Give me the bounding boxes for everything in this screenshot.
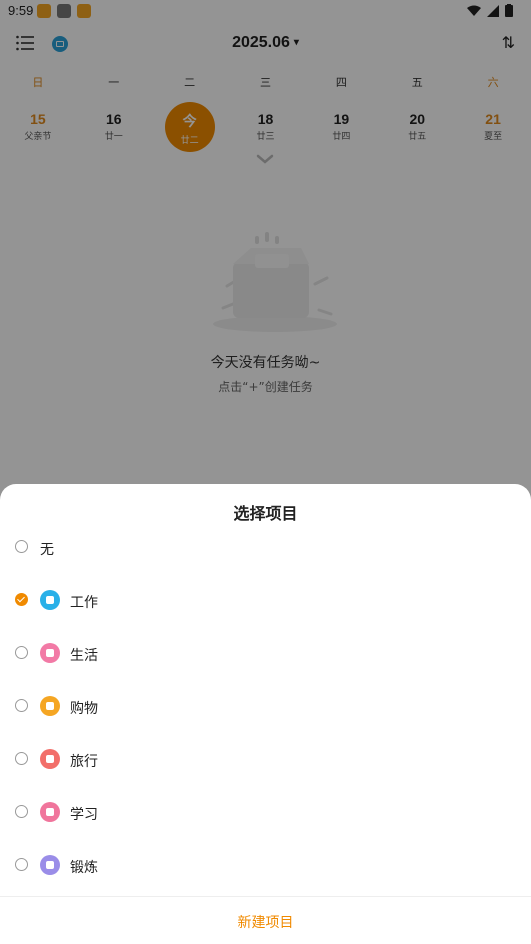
project-option-label: 生活 [70, 648, 98, 664]
project-option-shopping[interactable]: 购物 [0, 684, 531, 737]
project-option-label: 旅行 [70, 754, 98, 770]
dumbbell-icon [40, 855, 60, 875]
radio-icon[interactable] [15, 699, 28, 712]
radio-icon[interactable] [15, 805, 28, 818]
cup-icon [40, 643, 60, 663]
basket-icon [40, 696, 60, 716]
project-option-work[interactable]: 工作 [0, 578, 531, 631]
book-icon [40, 802, 60, 822]
radio-checked-icon[interactable] [15, 593, 28, 606]
sheet-title: 选择项目 [233, 504, 298, 523]
divider [0, 896, 531, 897]
project-option-travel[interactable]: 旅行 [0, 737, 531, 790]
briefcase-icon [40, 590, 60, 610]
new-project-button[interactable]: 新建项目 [0, 912, 531, 932]
project-option-life[interactable]: 生活 [0, 631, 531, 684]
project-option-label: 购物 [70, 701, 98, 717]
project-picker-sheet: 选择项目 无 工作 生活 购物 旅行 学习 锻炼 新建项目 [0, 484, 531, 944]
project-option-exercise[interactable]: 锻炼 [0, 843, 531, 896]
project-option-none[interactable]: 无 [0, 525, 531, 578]
plane-icon [40, 749, 60, 769]
project-option-label: 无 [40, 542, 54, 558]
radio-icon[interactable] [15, 752, 28, 765]
project-option-label: 学习 [70, 807, 98, 823]
radio-icon[interactable] [15, 858, 28, 871]
project-option-label: 锻炼 [70, 860, 98, 876]
radio-icon[interactable] [15, 540, 28, 553]
project-option-label: 工作 [70, 595, 98, 611]
project-option-study[interactable]: 学习 [0, 790, 531, 843]
radio-icon[interactable] [15, 646, 28, 659]
